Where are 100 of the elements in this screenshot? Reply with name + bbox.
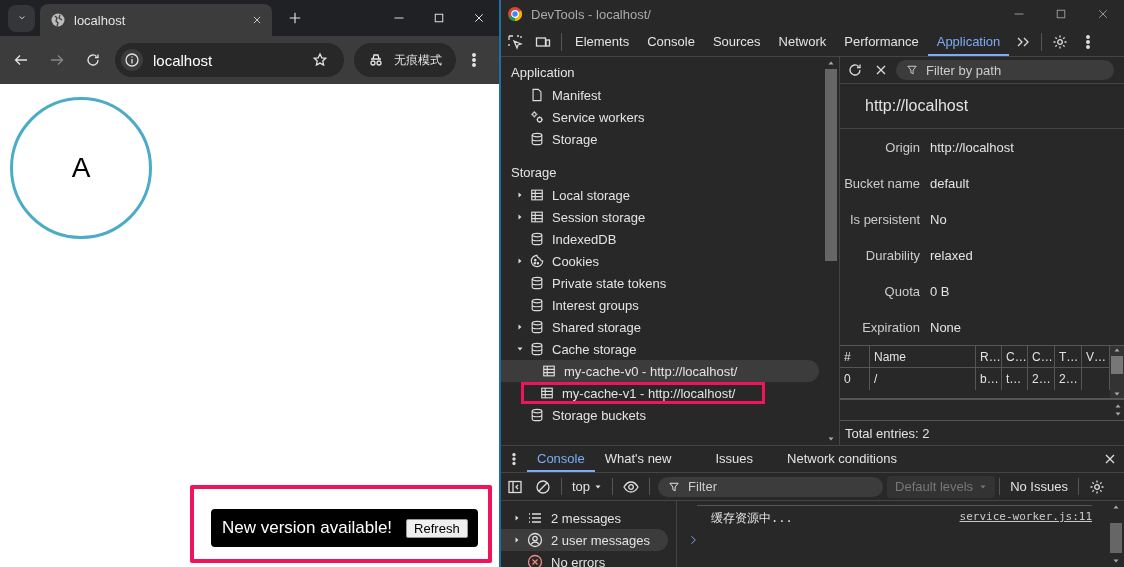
close-icon[interactable]	[1097, 8, 1109, 20]
tree-item[interactable]: Session storage	[501, 206, 819, 228]
scrollbar-thumb[interactable]	[1111, 356, 1123, 374]
maximize-icon[interactable]	[1055, 8, 1067, 20]
property-label: Durability	[864, 247, 920, 263]
issues-counter[interactable]: No Issues	[1004, 479, 1074, 494]
column-header[interactable]: Name	[870, 346, 976, 368]
browser-logo-icon	[507, 6, 523, 22]
message-group[interactable]: 2 user messages	[501, 529, 668, 551]
tree-item[interactable]: Private state tokens	[501, 272, 819, 294]
settings-icon[interactable]	[1052, 34, 1069, 50]
clear-console-icon[interactable]	[535, 478, 551, 495]
live-expression-icon[interactable]	[623, 478, 640, 495]
context-dropdown[interactable]: top	[566, 479, 609, 494]
filter-icon	[906, 64, 918, 76]
drawer-tab[interactable]: Network conditions	[777, 446, 907, 472]
message-group[interactable]: No errors	[501, 551, 668, 567]
incognito-button[interactable]: 无痕模式	[354, 43, 456, 77]
browser-tab[interactable]: localhost	[40, 4, 272, 36]
database-icon	[530, 298, 544, 312]
drawer-tab[interactable]: Console	[527, 446, 595, 472]
message-group[interactable]: 2 messages	[501, 507, 668, 529]
filter-placeholder: Filter	[688, 479, 717, 494]
address-text: localhost	[153, 51, 213, 69]
scroll-up-icon[interactable]	[827, 59, 835, 67]
forward-icon[interactable]	[49, 52, 65, 68]
scroll-down-icon[interactable]	[1112, 557, 1120, 565]
filter-field[interactable]: Filter by path	[896, 60, 1114, 80]
scroll-up-icon[interactable]	[1113, 346, 1121, 354]
scroll-down-icon[interactable]	[1114, 410, 1122, 418]
panel-tab[interactable]: Elements	[566, 28, 639, 56]
refresh-button[interactable]: Refresh	[406, 518, 468, 538]
error-icon	[527, 554, 543, 567]
drawer-tab[interactable]: Issues	[705, 446, 764, 472]
collapsed-arrow-icon[interactable]	[516, 191, 524, 199]
console-message: 缓存资源中...	[711, 510, 793, 526]
new-tab-icon[interactable]	[288, 11, 302, 25]
tree-item[interactable]: Manifest	[501, 84, 819, 106]
tree-item[interactable]: Storage	[501, 128, 819, 150]
tree-item[interactable]: Cookies	[501, 250, 819, 272]
collapsed-arrow-icon[interactable]	[516, 257, 524, 265]
database-icon	[530, 232, 544, 246]
column-header[interactable]: R…	[976, 346, 1002, 368]
address-bar[interactable]: localhost	[115, 43, 344, 77]
tree-item[interactable]: Cache storage	[501, 338, 819, 360]
scroll-up-icon[interactable]	[1112, 503, 1120, 511]
refresh-icon[interactable]	[847, 62, 863, 78]
console-filter-field[interactable]: Filter	[658, 476, 884, 497]
info-icon[interactable]	[121, 49, 143, 71]
tree-item[interactable]: Interest groups	[501, 294, 819, 316]
column-header[interactable]: #	[840, 346, 870, 368]
drawer-tab[interactable]: What's new	[594, 446, 682, 472]
table-cell: b…	[976, 368, 1002, 390]
list-icon	[527, 510, 543, 526]
table-cell: t…	[1002, 368, 1028, 390]
collapsed-arrow-icon[interactable]	[513, 536, 521, 544]
panel-tab[interactable]: Application	[927, 28, 1010, 56]
column-header[interactable]: T…	[1055, 346, 1082, 368]
collapsed-arrow-icon[interactable]	[516, 323, 524, 331]
scroll-down-icon[interactable]	[827, 435, 835, 443]
scroll-down-icon[interactable]	[1113, 390, 1121, 398]
panel-tab[interactable]: Sources	[703, 28, 770, 56]
collapsed-arrow-icon[interactable]	[516, 213, 524, 221]
tree-item[interactable]: Service workers	[501, 106, 819, 128]
inspect-element-icon[interactable]	[507, 34, 523, 50]
expanded-arrow-icon[interactable]	[516, 345, 524, 353]
tree-item[interactable]: Local storage	[501, 184, 819, 206]
scrollbar-thumb[interactable]	[825, 69, 837, 261]
table-cell: 2…	[1028, 368, 1055, 390]
tree-item[interactable]: my-cache-v1 - http://localhost/	[521, 382, 765, 404]
back-icon[interactable]	[13, 52, 29, 68]
scroll-up-icon[interactable]	[1114, 402, 1122, 410]
property-label: Bucket name	[843, 175, 920, 191]
tab-title: localhost	[74, 12, 127, 28]
tree-item[interactable]: IndexedDB	[501, 228, 819, 250]
column-header[interactable]: C…	[1002, 346, 1028, 368]
column-header[interactable]: C…	[1028, 346, 1055, 368]
device-toolbar-icon[interactable]	[535, 34, 551, 50]
table-cell: 0	[840, 368, 870, 390]
incognito-icon	[368, 52, 384, 68]
user-icon	[527, 532, 543, 548]
tree-item[interactable]: Storage buckets	[501, 404, 819, 426]
panel-tab[interactable]: Performance	[835, 28, 928, 56]
tree-item[interactable]: my-cache-v0 - http://localhost/	[501, 360, 819, 382]
sidebar-toggle-icon[interactable]	[507, 478, 523, 495]
tree-item[interactable]: Shared storage	[501, 316, 819, 338]
property-value: No	[930, 211, 948, 227]
collapsed-arrow-icon[interactable]	[513, 514, 521, 522]
source-link[interactable]: service-worker.js:11	[959, 510, 1092, 526]
close-tab-icon[interactable]	[252, 15, 262, 25]
circle-label: A	[71, 152, 91, 184]
table-cell: /	[870, 368, 976, 390]
panel-tab[interactable]: Console	[638, 28, 704, 56]
panel-tab[interactable]: Network	[769, 28, 836, 56]
scrollbar-thumb[interactable]	[1110, 523, 1122, 553]
bookmark-star-icon[interactable]	[312, 52, 328, 68]
console-settings-icon[interactable]	[1088, 478, 1105, 495]
property-value: http://localhost	[930, 139, 1015, 155]
database-icon	[530, 276, 544, 290]
reload-icon[interactable]	[85, 52, 101, 68]
